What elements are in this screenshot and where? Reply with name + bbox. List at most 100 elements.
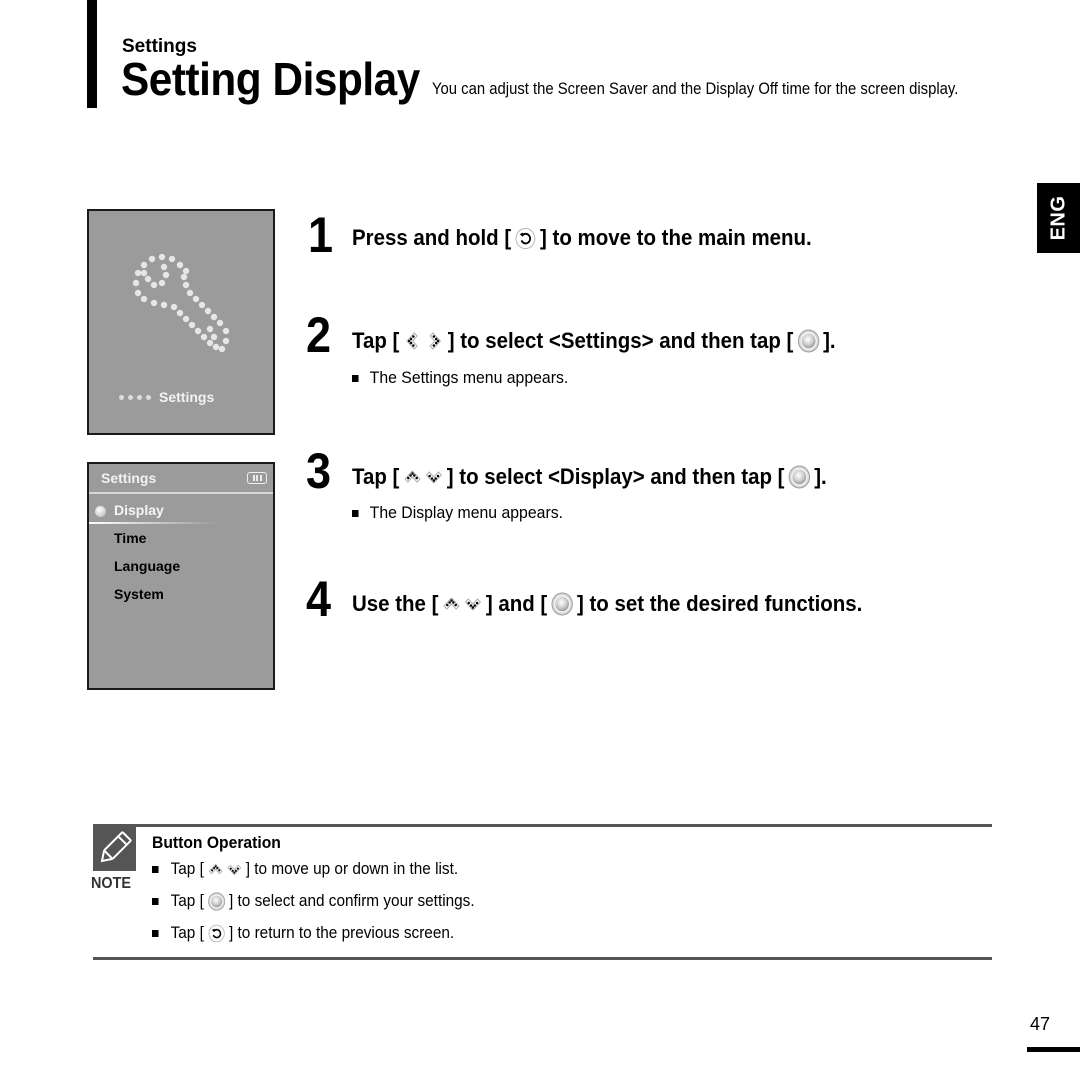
wrench-dot xyxy=(134,289,142,297)
wrench-dot xyxy=(140,261,148,269)
wrench-dot xyxy=(222,327,230,335)
settings-menu-item-system: System xyxy=(114,586,164,602)
wrench-dot xyxy=(222,337,230,345)
bullet-icon xyxy=(352,509,359,517)
wrench-dot xyxy=(132,279,140,287)
wrench-dot xyxy=(170,303,178,311)
header-accent-bar xyxy=(87,0,97,108)
up-down-icon xyxy=(403,467,443,487)
page-number-rule xyxy=(1027,1047,1080,1052)
wrench-dot xyxy=(186,289,194,297)
wrench-dot xyxy=(206,339,214,347)
down-arrow-icon xyxy=(464,594,483,614)
wrench-dot xyxy=(204,307,212,315)
note-text-part: ] to move up or down in the list. xyxy=(245,860,459,878)
wrench-dot xyxy=(206,325,214,333)
wrench-dot xyxy=(140,295,148,303)
wrench-dot xyxy=(160,263,168,271)
wrench-dot xyxy=(216,319,224,327)
device-screen-settings-menu: Settings Display Time Language System xyxy=(87,462,275,690)
note-title: Button Operation xyxy=(152,834,281,852)
note-bottom-divider xyxy=(93,957,992,960)
wrench-dot xyxy=(188,321,196,329)
wrench-dot xyxy=(150,281,158,289)
wrench-dot xyxy=(192,295,200,303)
up-down-icon xyxy=(442,594,482,614)
up-down-icon xyxy=(208,861,242,878)
select-button-icon xyxy=(208,892,226,911)
left-arrow-icon xyxy=(403,331,422,351)
wrench-dot xyxy=(144,275,152,283)
language-tab: ENG xyxy=(1037,183,1080,253)
step-text-part: Press and hold [ xyxy=(352,225,512,250)
wrench-dot xyxy=(134,269,142,277)
step-text-part: ] and [ xyxy=(485,591,548,616)
step-number: 3 xyxy=(306,443,332,499)
page-number: 47 xyxy=(1030,1014,1051,1034)
step-number: 1 xyxy=(308,207,334,263)
step-result-text: The Settings menu appears. xyxy=(369,368,569,387)
left-right-icon xyxy=(403,331,444,351)
wrench-dot xyxy=(210,333,218,341)
step-3-text: Tap [ ] to select <Display> and then tap… xyxy=(352,464,827,490)
language-tab-label: ENG xyxy=(1047,195,1069,241)
wrench-dot xyxy=(182,267,190,275)
wrench-dot xyxy=(168,255,176,263)
pencil-icon xyxy=(100,831,132,863)
down-arrow-icon xyxy=(424,467,443,487)
step-2-result: The Settings menu appears. xyxy=(352,368,568,388)
note-text-part: ] to select and confirm your settings. xyxy=(228,892,475,910)
wrench-dot xyxy=(176,261,184,269)
wrench-dot xyxy=(176,309,184,317)
step-text-part: Tap [ xyxy=(352,464,400,489)
wrench-dot xyxy=(160,301,168,309)
note-item: Tap [ ] to move up or down in the list. xyxy=(152,860,458,879)
settings-menu-item-display: Display xyxy=(114,502,164,518)
wrench-dot xyxy=(180,273,188,281)
note-icon-box xyxy=(93,827,136,871)
main-menu-item-settings: Settings xyxy=(119,389,214,405)
select-button-icon xyxy=(788,465,810,489)
wrench-dot xyxy=(212,343,220,351)
bullet-icon xyxy=(152,930,159,937)
step-text-part: ] to select <Display> and then tap [ xyxy=(446,464,785,489)
wrench-dot xyxy=(158,279,166,287)
wrench-dot xyxy=(148,255,156,263)
step-text-part: ] to move to the main menu. xyxy=(540,225,812,250)
wrench-dot xyxy=(198,301,206,309)
step-number: 4 xyxy=(306,571,332,627)
step-text-part: ]. xyxy=(823,328,836,353)
step-text-part: Tap [ xyxy=(352,328,400,353)
note-text-part: ] to return to the previous screen. xyxy=(228,924,455,942)
device-screen-main-menu: Settings xyxy=(87,209,275,435)
step-text-part: ] to set the desired functions. xyxy=(576,591,863,616)
selection-underline xyxy=(89,522,219,524)
settings-menu-item-time: Time xyxy=(114,530,147,546)
wrench-dot xyxy=(162,271,170,279)
note-item: Tap [ ] to return to the previous screen… xyxy=(152,924,454,943)
back-icon xyxy=(208,924,226,943)
battery-icon xyxy=(247,472,267,484)
bullet-icon xyxy=(352,374,359,382)
note-top-divider xyxy=(93,824,992,827)
right-arrow-icon xyxy=(425,331,444,351)
note-item: Tap [ ] to select and confirm your setti… xyxy=(152,892,475,911)
screen-title: Settings xyxy=(101,470,157,486)
step-text-part: ]. xyxy=(814,464,827,489)
settings-menu-item-language: Language xyxy=(114,558,181,574)
wrench-icon xyxy=(132,253,230,353)
step-number: 2 xyxy=(306,307,332,363)
step-4-text: Use the [ ] and [ ] to set the desired f… xyxy=(352,591,862,617)
select-button-icon xyxy=(551,592,573,616)
bullet-icon xyxy=(152,898,159,905)
wrench-dot xyxy=(140,269,148,277)
up-arrow-icon xyxy=(208,861,224,878)
screen-header: Settings xyxy=(89,464,273,494)
wrench-dot xyxy=(194,327,202,335)
wrench-dot xyxy=(200,333,208,341)
bullet-icon xyxy=(152,866,159,873)
main-menu-item-label: Settings xyxy=(159,389,215,405)
up-arrow-icon xyxy=(442,594,461,614)
step-text-part: Use the [ xyxy=(352,591,439,616)
note-label: NOTE xyxy=(91,875,132,892)
